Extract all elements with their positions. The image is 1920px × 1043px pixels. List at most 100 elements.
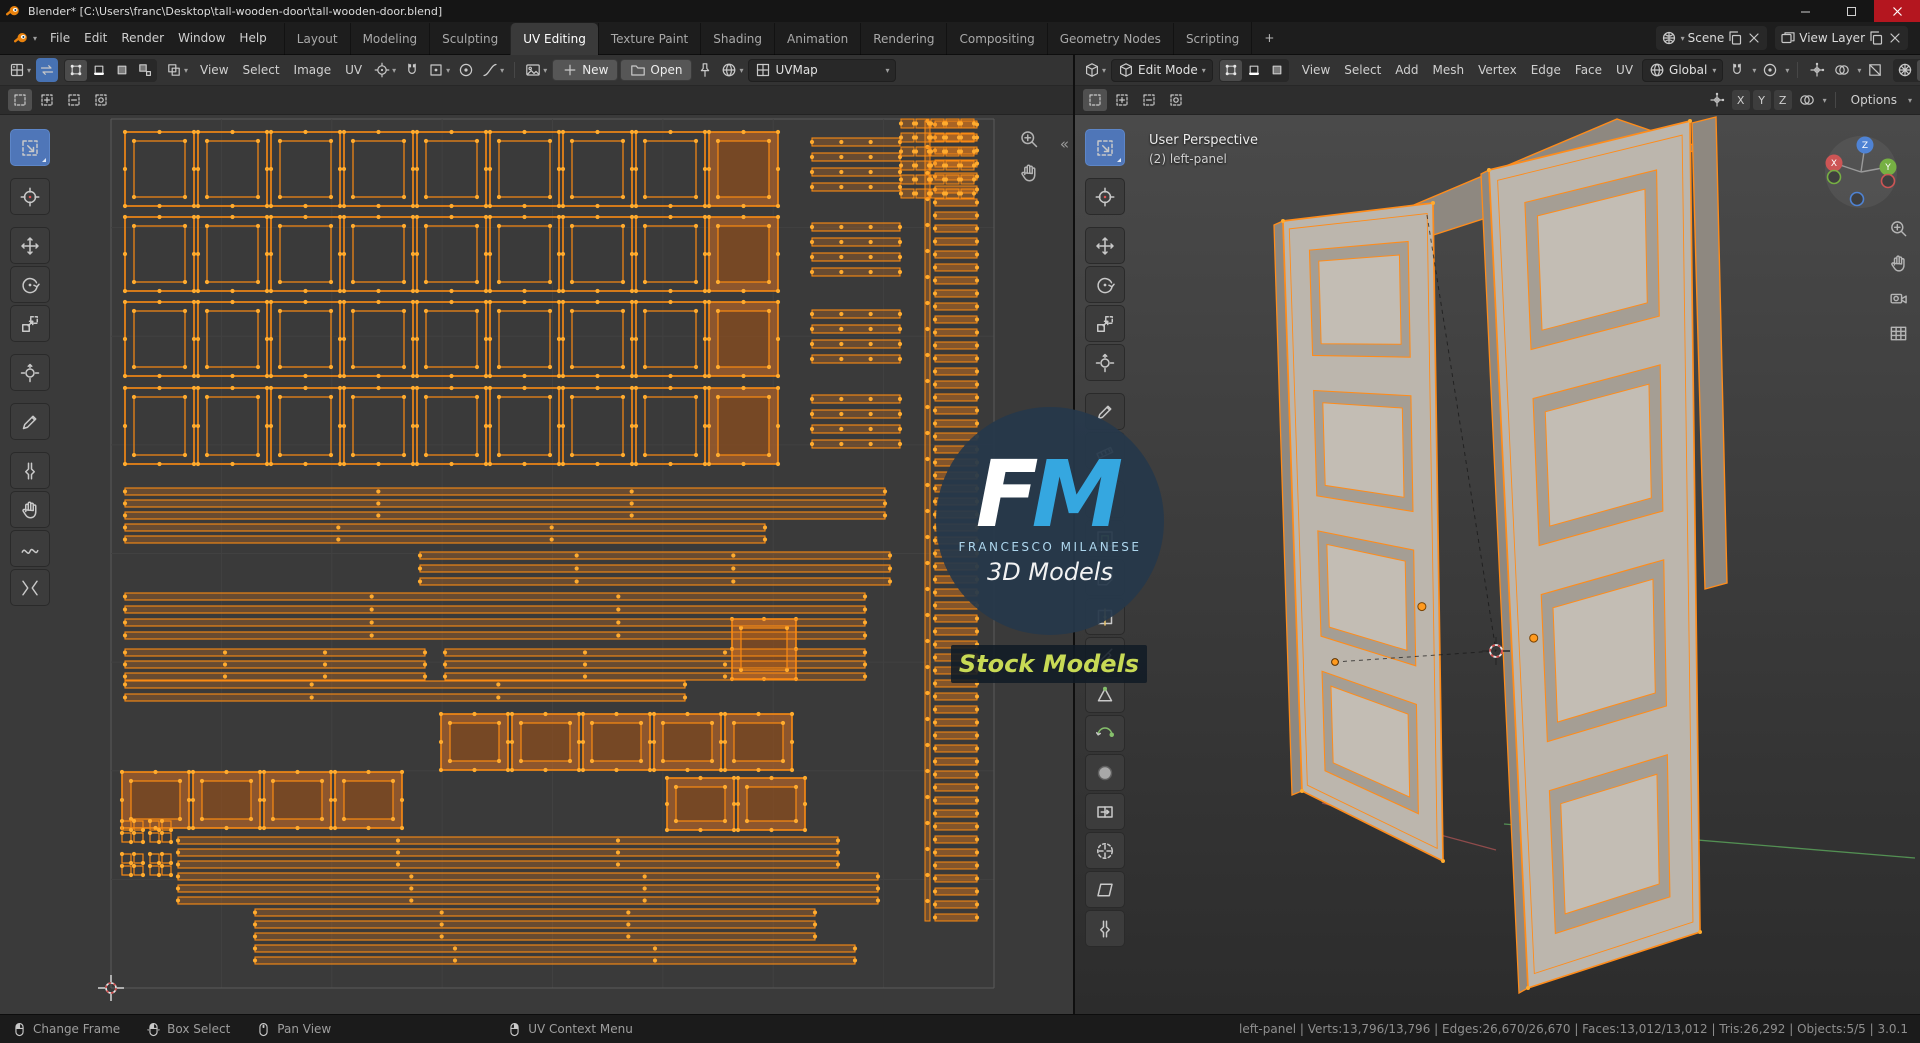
select-extend-button[interactable] xyxy=(1110,89,1134,111)
tool-relax[interactable] xyxy=(10,530,50,567)
tool-rip[interactable] xyxy=(10,452,50,489)
tool-transform[interactable] xyxy=(10,354,50,391)
tool-edgeslide[interactable] xyxy=(1085,793,1125,830)
workspace-tab-animation[interactable]: Animation xyxy=(774,22,860,55)
tool-annotate[interactable] xyxy=(10,403,50,440)
tool-annotate[interactable] xyxy=(1085,393,1125,430)
tool-grab[interactable] xyxy=(10,491,50,528)
vp-menu-select[interactable]: Select xyxy=(1337,58,1388,82)
workspace-tab-modeling[interactable]: Modeling xyxy=(349,22,430,55)
maximize-button[interactable] xyxy=(1828,0,1874,22)
scene-selector[interactable]: ▾ Scene xyxy=(1655,26,1768,50)
menu-file[interactable]: File xyxy=(43,26,77,50)
options-dropdown[interactable]: Options xyxy=(1844,88,1904,112)
tool-inset[interactable] xyxy=(1085,520,1125,557)
axis-z-toggle[interactable]: Z xyxy=(1773,90,1792,110)
tool-scale[interactable] xyxy=(10,305,50,342)
workspace-tab-layout[interactable]: Layout xyxy=(283,22,350,55)
workspace-tab-shading[interactable]: Shading xyxy=(700,22,774,55)
select-subtract-button[interactable] xyxy=(1137,89,1161,111)
uv-menu-select[interactable]: Select xyxy=(236,58,287,82)
uv-menu-uv[interactable]: UV xyxy=(338,58,369,82)
tool-rotate[interactable] xyxy=(10,266,50,303)
viewport-camera-icon[interactable] xyxy=(1889,289,1908,308)
workspace-tab-geometry-nodes[interactable]: Geometry Nodes xyxy=(1046,22,1173,55)
axis-y-toggle[interactable]: Y xyxy=(1752,90,1771,110)
zoom-in-icon[interactable] xyxy=(1019,129,1039,149)
show-overlays-toggle[interactable] xyxy=(1831,58,1853,82)
workspace-tab-uv-editing[interactable]: UV Editing xyxy=(510,22,598,55)
viewport-zoom-icon[interactable] xyxy=(1889,219,1908,238)
workspace-tab-rendering[interactable]: Rendering xyxy=(860,22,946,55)
wireframe-shading-button[interactable] xyxy=(1894,60,1916,81)
edge-select-button[interactable] xyxy=(1243,60,1265,81)
menu-window[interactable]: Window xyxy=(171,26,232,50)
select-extend-button[interactable] xyxy=(35,89,59,111)
face-select-button[interactable] xyxy=(1266,60,1288,81)
minimize-button[interactable] xyxy=(1782,0,1828,22)
proportional-toggle[interactable] xyxy=(1759,58,1781,82)
uv-pivot-dropdown[interactable]: ▾ xyxy=(371,58,399,82)
vp-menu-face[interactable]: Face xyxy=(1568,58,1609,82)
vp-menu-mesh[interactable]: Mesh xyxy=(1426,58,1472,82)
tool-polybuild[interactable] xyxy=(1085,676,1125,713)
xray-toggle[interactable] xyxy=(1864,58,1886,82)
uv-edge-mode-button[interactable] xyxy=(88,60,110,81)
viewport-ortho-grid-icon[interactable] xyxy=(1889,324,1908,343)
app-menu-button[interactable]: ▾ xyxy=(8,25,43,51)
menu-render[interactable]: Render xyxy=(114,26,171,50)
tool-loopcut[interactable] xyxy=(1085,598,1125,635)
tool-move[interactable] xyxy=(10,227,50,264)
snap-toggle[interactable] xyxy=(1726,58,1748,82)
select-intersect-button[interactable] xyxy=(1164,89,1188,111)
vp-menu-add[interactable]: Add xyxy=(1388,58,1425,82)
uv-sidebar-collapse[interactable]: « xyxy=(1060,135,1069,153)
uv-menu-image[interactable]: Image xyxy=(287,58,339,82)
select-new-button[interactable] xyxy=(8,89,32,111)
uv-menu-view[interactable]: View xyxy=(193,58,235,82)
uv-sticky-select-dropdown[interactable]: ▾ xyxy=(163,58,191,82)
uv-island-mode-button[interactable] xyxy=(134,60,156,81)
uv-sync-selection-toggle[interactable] xyxy=(36,58,59,82)
workspace-tab-scripting[interactable]: Scripting xyxy=(1172,22,1251,55)
tool-smooth[interactable] xyxy=(1085,754,1125,791)
tool-shrink[interactable] xyxy=(1085,832,1125,869)
add-workspace-button[interactable]: + xyxy=(1251,22,1286,54)
tool-spin[interactable] xyxy=(1085,715,1125,752)
menu-edit[interactable]: Edit xyxy=(77,26,114,50)
tool-shear[interactable] xyxy=(1085,871,1125,908)
browse-image-dropdown[interactable]: ▾ xyxy=(522,58,550,82)
vp-menu-uv[interactable]: UV xyxy=(1609,58,1640,82)
tool-transform[interactable] xyxy=(1085,344,1125,381)
open-image-button[interactable]: Open xyxy=(620,59,693,81)
tool-pinch[interactable] xyxy=(10,569,50,606)
vertex-select-button[interactable] xyxy=(1219,59,1242,81)
uv-map-selector[interactable]: UVMap ▾ xyxy=(748,58,897,82)
tool-knife[interactable] xyxy=(1085,637,1125,674)
tool-extrude[interactable] xyxy=(1085,481,1125,518)
menu-help[interactable]: Help xyxy=(232,26,273,50)
new-image-button[interactable]: New xyxy=(552,59,619,81)
tool-cursor[interactable] xyxy=(1085,178,1125,215)
select-subtract-button[interactable] xyxy=(62,89,86,111)
pan-hand-icon[interactable] xyxy=(1019,163,1039,183)
tool-measure[interactable] xyxy=(1085,432,1125,469)
display-channels-dropdown[interactable]: ▾ xyxy=(718,58,746,82)
view-layer-selector[interactable]: View Layer xyxy=(1775,26,1908,50)
tool-select-box[interactable] xyxy=(1085,129,1125,166)
tool-rotate[interactable] xyxy=(1085,266,1125,303)
select-new-button[interactable] xyxy=(1083,89,1107,111)
tool-select-box[interactable] xyxy=(10,129,50,166)
mirror-options-button[interactable] xyxy=(1795,89,1819,111)
unlink-scene-icon[interactable] xyxy=(1746,30,1762,46)
mode-selector[interactable]: Edit Mode ▾ xyxy=(1111,58,1213,82)
viewport-canvas[interactable]: ZYX User Perspective (2) left-panel xyxy=(1075,115,1920,1014)
uv-proportional-toggle[interactable] xyxy=(455,58,477,82)
select-intersect-button[interactable] xyxy=(89,89,113,111)
transform-gizmo-toggle[interactable] xyxy=(1705,89,1729,111)
tool-move[interactable] xyxy=(1085,227,1125,264)
remove-layer-icon[interactable] xyxy=(1887,30,1903,46)
tool-bevel[interactable] xyxy=(1085,559,1125,596)
workspace-tab-sculpting[interactable]: Sculpting xyxy=(429,22,510,55)
uv-vertex-mode-button[interactable] xyxy=(65,59,88,81)
